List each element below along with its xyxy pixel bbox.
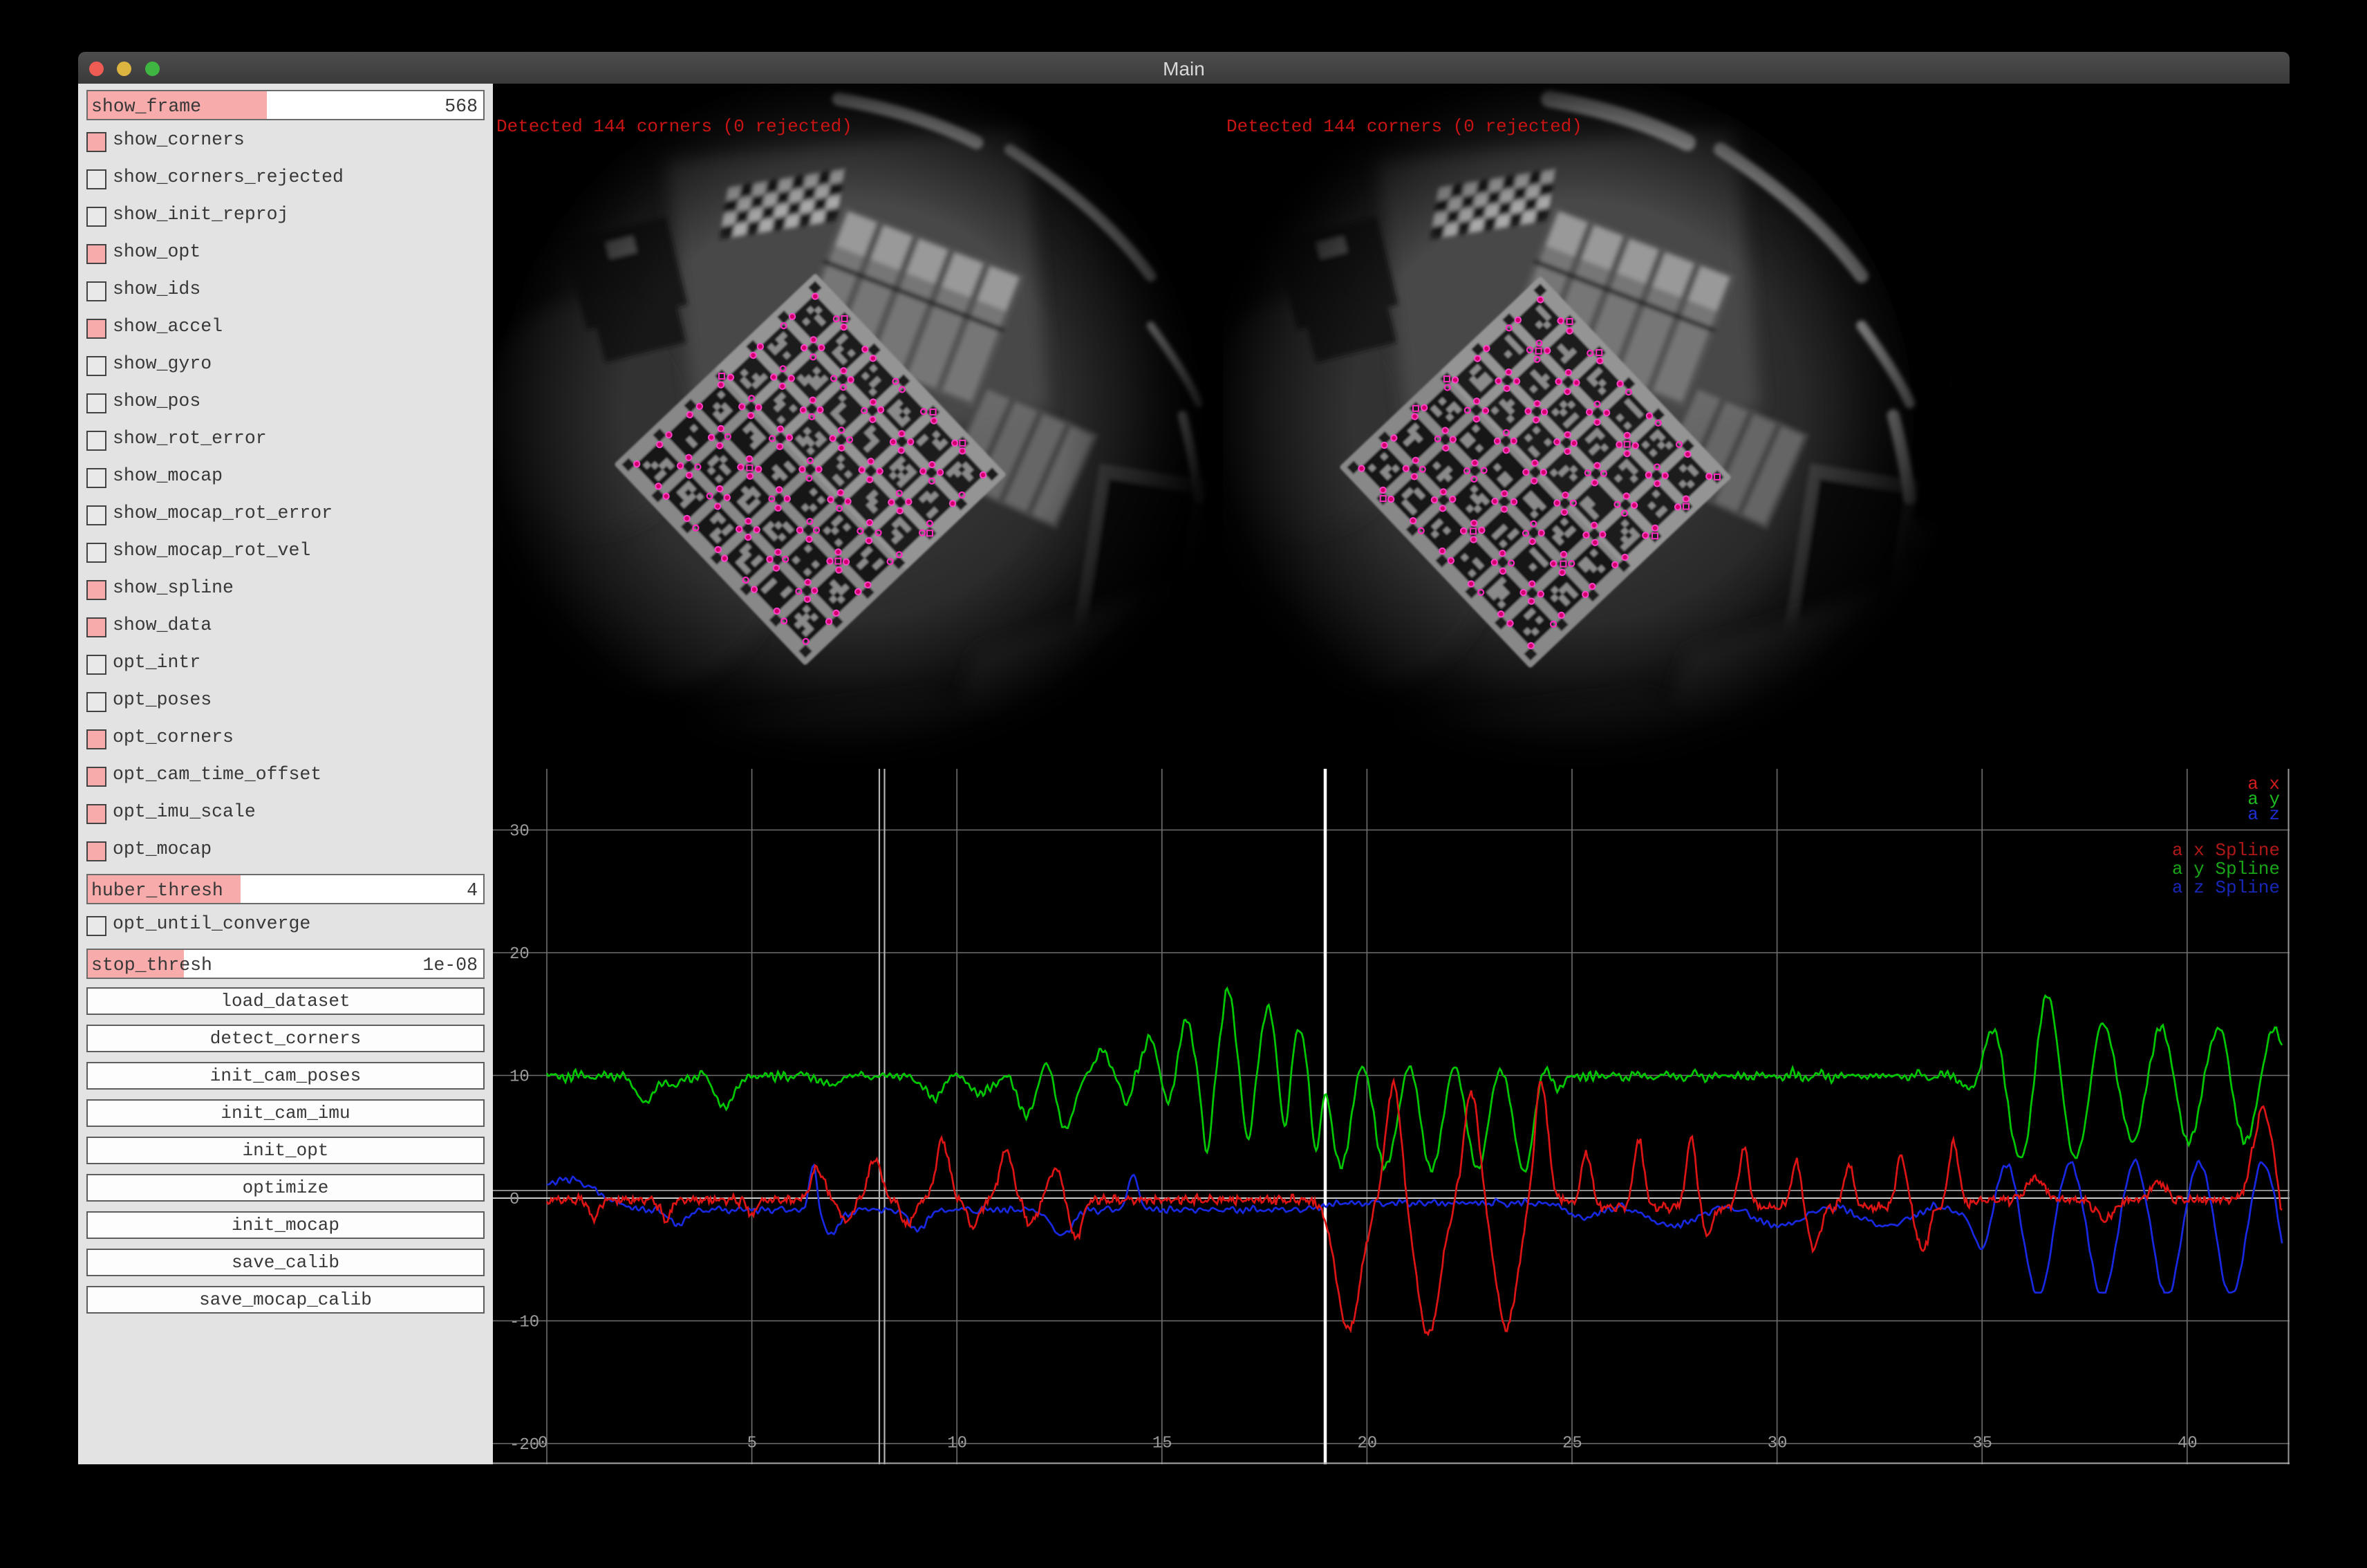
svg-text:-20: -20: [509, 1436, 539, 1455]
svg-text:10: 10: [947, 1435, 967, 1453]
svg-text:5: 5: [747, 1435, 757, 1453]
svg-text:30: 30: [509, 823, 530, 841]
svg-text:35: 35: [1972, 1435, 1992, 1453]
svg-text:10: 10: [509, 1068, 530, 1087]
svg-text:Detected 144 corners (0 reject: Detected 144 corners (0 rejected): [1226, 116, 1582, 137]
svg-text:-10: -10: [509, 1314, 539, 1332]
svg-text:0: 0: [538, 1435, 548, 1453]
svg-text:20: 20: [509, 945, 530, 964]
svg-text:a x Spline: a x Spline: [2172, 840, 2280, 861]
svg-text:a z: a z: [2247, 804, 2280, 825]
svg-text:15: 15: [1152, 1435, 1172, 1453]
svg-text:25: 25: [1562, 1435, 1582, 1453]
svg-text:Detected 144 corners (0 reject: Detected 144 corners (0 rejected): [496, 116, 852, 137]
svg-text:30: 30: [1768, 1435, 1788, 1453]
svg-text:40: 40: [2178, 1435, 2198, 1453]
svg-text:a y Spline: a y Spline: [2172, 859, 2280, 879]
svg-text:0: 0: [509, 1191, 519, 1209]
svg-text:20: 20: [1357, 1435, 1377, 1453]
svg-text:a z Spline: a z Spline: [2172, 877, 2280, 898]
